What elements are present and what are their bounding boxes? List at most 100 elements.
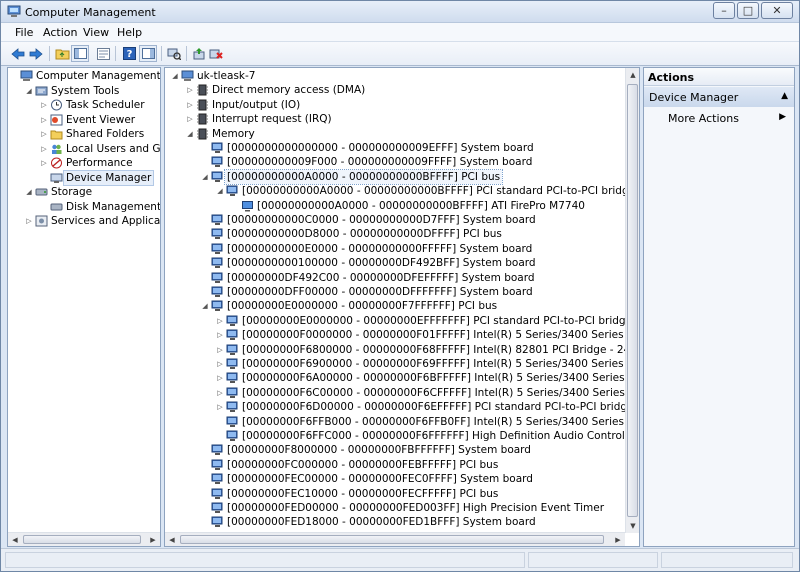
expand-twisty-icon[interactable]: ▷ — [216, 386, 224, 400]
expand-twisty-icon[interactable]: ▷ — [25, 214, 33, 228]
expand-twisty-icon[interactable]: ▷ — [216, 400, 224, 414]
device-tree-row[interactable]: [00000000000C0000 - 00000000000D7FFF] Sy… — [165, 213, 639, 227]
device-tree-row[interactable]: [00000000000A0000 - 00000000000BFFFF] AT… — [165, 199, 639, 213]
menu-file[interactable]: File — [15, 26, 33, 39]
scan-hardware-icon[interactable] — [165, 45, 183, 62]
console-tree-row[interactable]: Disk Management — [8, 200, 160, 214]
expand-twisty-icon[interactable]: ▷ — [40, 142, 48, 156]
console-tree-row[interactable]: ◢ Storage — [8, 185, 160, 199]
device-tree-vscrollbar[interactable]: ▲ ▼ — [625, 68, 639, 533]
device-tree-row[interactable]: ▷ Input/output (IO) — [165, 98, 639, 112]
help-icon[interactable]: ? — [120, 45, 138, 62]
device-tree-row[interactable]: ◢ Memory — [165, 127, 639, 141]
scroll-right-button[interactable]: ▶ — [146, 533, 160, 546]
device-tree-row[interactable]: ▷ [00000000F6900000 - 00000000F69FFFFF] I… — [165, 357, 639, 371]
uninstall-icon[interactable] — [207, 45, 225, 62]
up-folder-icon[interactable] — [53, 45, 71, 62]
maximize-button[interactable]: □ — [737, 2, 759, 19]
device-tree-row[interactable]: [00000000DF492C00 - 00000000DFEFFFFF] Sy… — [165, 271, 639, 285]
device-tree-row[interactable]: [00000000FED00000 - 00000000FED003FF] Hi… — [165, 501, 639, 515]
console-tree-row[interactable]: ▷ Event Viewer — [8, 113, 160, 127]
update-driver-icon[interactable] — [190, 45, 208, 62]
minimize-button[interactable]: – — [713, 2, 735, 19]
expand-twisty-icon[interactable]: ▷ — [40, 156, 48, 170]
device-tree-row[interactable]: [00000000FED18000 - 00000000FED1BFFF] Sy… — [165, 515, 639, 529]
scroll-thumb[interactable] — [180, 535, 604, 544]
expand-twisty-icon[interactable]: ▷ — [40, 98, 48, 112]
collapse-twisty-icon[interactable]: ◢ — [25, 84, 33, 98]
scroll-left-button[interactable]: ◀ — [165, 533, 179, 546]
scroll-down-button[interactable]: ▼ — [626, 519, 639, 533]
more-actions-item[interactable]: More Actions ▶ — [644, 108, 794, 128]
device-tree-row[interactable]: ◢ uk-tleask-7 — [165, 69, 639, 83]
expand-twisty-icon[interactable]: ▷ — [186, 112, 194, 126]
collapse-twisty-icon[interactable]: ◢ — [216, 184, 224, 198]
collapse-twisty-icon[interactable]: ◢ — [171, 69, 179, 83]
expand-twisty-icon[interactable]: ▷ — [186, 98, 194, 112]
console-tree-hscrollbar[interactable]: ◀ ▶ — [8, 532, 160, 546]
device-tree-row[interactable]: ▷ [00000000F0000000 - 00000000F01FFFFF] I… — [165, 328, 639, 342]
forward-icon[interactable] — [27, 45, 45, 62]
device-tree-row[interactable]: ▷ [00000000F6C00000 - 00000000F6CFFFFF] I… — [165, 386, 639, 400]
device-tree-row[interactable]: [00000000F6FFC000 - 00000000F6FFFFFF] Hi… — [165, 429, 639, 443]
device-tree-row[interactable]: ▷ [00000000F6800000 - 00000000F68FFFFF] I… — [165, 343, 639, 357]
scroll-right-button[interactable]: ▶ — [611, 533, 625, 546]
close-button[interactable]: ✕ — [761, 2, 793, 19]
scroll-thumb[interactable] — [23, 535, 141, 544]
device-tree-row[interactable]: [00000000FEC10000 - 00000000FECFFFFF] PC… — [165, 487, 639, 501]
device-tree-row[interactable]: ▷ [00000000E0000000 - 00000000EFFFFFFF] P… — [165, 314, 639, 328]
device-tree-row[interactable]: ◢ [00000000000A0000 - 00000000000BFFFF] P… — [165, 168, 639, 185]
device-tree-pane[interactable]: ◢ uk-tleask-7 ▷ Direct memory access (DMA) ▷… — [164, 67, 640, 547]
device-tree-row[interactable]: [000000000009F000 - 000000000009FFFF] Sy… — [165, 155, 639, 169]
collapse-arrow-icon[interactable]: ▲ — [781, 91, 788, 101]
actions-section-device-manager[interactable]: Device Manager ▲ — [644, 87, 794, 107]
title-bar[interactable]: Computer Management – □ ✕ — [1, 1, 799, 23]
device-tree-row[interactable]: [00000000000E0000 - 00000000000FFFFF] Sy… — [165, 242, 639, 256]
menu-view[interactable]: View — [83, 26, 109, 39]
expand-twisty-icon[interactable]: ▷ — [216, 357, 224, 371]
scroll-thumb[interactable] — [627, 84, 638, 517]
console-tree-row[interactable]: ▷ Services and Applications — [8, 214, 160, 228]
console-tree-pane[interactable]: Computer Management (Local◢System Tools▷… — [7, 67, 161, 547]
device-tree-row[interactable]: ▷ [00000000F6D00000 - 00000000F6EFFFFF] P… — [165, 400, 639, 414]
expand-twisty-icon[interactable]: ▷ — [216, 328, 224, 342]
device-tree-row[interactable]: [00000000FEC00000 - 00000000FEC0FFFF] Sy… — [165, 472, 639, 486]
scroll-left-button[interactable]: ◀ — [8, 533, 22, 546]
menu-action[interactable]: Action — [43, 26, 77, 39]
device-tree-hscrollbar[interactable]: ◀ ▶ — [165, 532, 625, 546]
device-tree-row[interactable]: [00000000000D8000 - 00000000000DFFFF] PC… — [165, 227, 639, 241]
device-tree-row[interactable]: [00000000F6FFB000 - 00000000F6FFB0FF] In… — [165, 415, 639, 429]
console-tree-row[interactable]: Device Manager — [8, 169, 160, 186]
collapse-twisty-icon[interactable]: ◢ — [201, 299, 209, 313]
show-hide-console-tree-icon[interactable] — [71, 45, 89, 62]
back-icon[interactable] — [9, 45, 27, 62]
collapse-twisty-icon[interactable]: ◢ — [201, 170, 209, 184]
device-tree-row[interactable]: ▷ Interrupt request (IRQ) — [165, 112, 639, 126]
device-tree-row[interactable]: [0000000000000000 - 000000000009EFFF] Sy… — [165, 141, 639, 155]
collapse-twisty-icon[interactable]: ◢ — [25, 185, 33, 199]
show-action-pane-icon[interactable] — [139, 45, 157, 62]
device-tree-row[interactable]: [00000000DFF00000 - 00000000DFFFFFFF] Sy… — [165, 285, 639, 299]
properties-icon[interactable] — [94, 45, 112, 62]
device-tree-row[interactable]: [0000000000100000 - 00000000DF492BFF] Sy… — [165, 256, 639, 270]
expand-twisty-icon[interactable]: ▷ — [216, 314, 224, 328]
console-tree-row[interactable]: ▷ Task Scheduler — [8, 98, 160, 112]
expand-twisty-icon[interactable]: ▷ — [186, 83, 194, 97]
expand-twisty-icon[interactable]: ▷ — [40, 113, 48, 127]
console-tree-row[interactable]: ▷ Local Users and Groups — [8, 142, 160, 156]
console-tree-row[interactable]: ◢ System Tools — [8, 84, 160, 98]
console-tree-row[interactable]: Computer Management (Local — [8, 69, 160, 83]
device-tree-row[interactable]: [00000000F8000000 - 00000000FBFFFFFF] Sy… — [165, 443, 639, 457]
device-tree-row[interactable]: ▷ [00000000F6A00000 - 00000000F6BFFFFF] I… — [165, 371, 639, 385]
scroll-up-button[interactable]: ▲ — [626, 68, 639, 82]
device-tree-row[interactable]: [00000000FC000000 - 00000000FEBFFFFF] PC… — [165, 458, 639, 472]
device-tree-row[interactable]: ◢ [00000000E0000000 - 00000000F7FFFFFF] P… — [165, 299, 639, 313]
menu-help[interactable]: Help — [117, 26, 142, 39]
collapse-twisty-icon[interactable]: ◢ — [186, 127, 194, 141]
device-tree-row[interactable]: ◢ [00000000000A0000 - 00000000000BFFFF] P… — [165, 184, 639, 198]
expand-twisty-icon[interactable]: ▷ — [40, 127, 48, 141]
console-tree-row[interactable]: ▷ Performance — [8, 156, 160, 170]
console-tree-row[interactable]: ▷ Shared Folders — [8, 127, 160, 141]
expand-twisty-icon[interactable]: ▷ — [216, 371, 224, 385]
expand-twisty-icon[interactable]: ▷ — [216, 343, 224, 357]
